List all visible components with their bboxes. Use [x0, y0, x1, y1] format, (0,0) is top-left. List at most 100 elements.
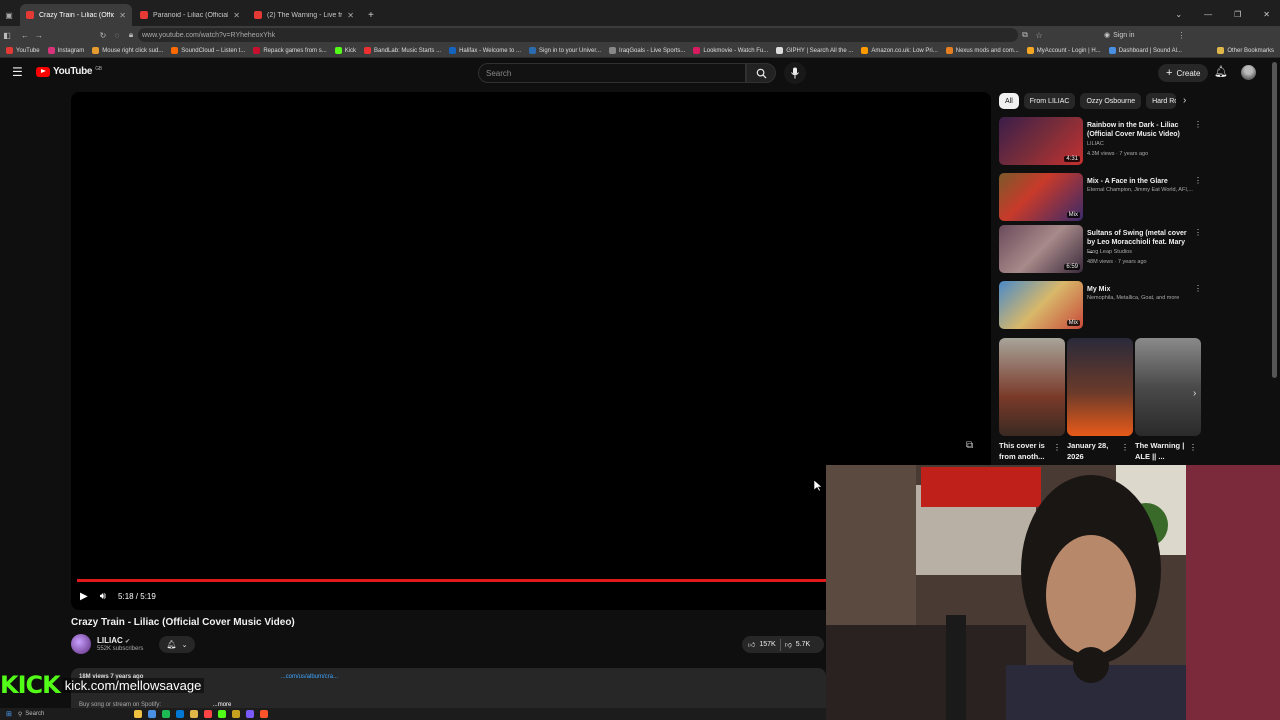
- video-thumbnail: Mix: [999, 173, 1083, 221]
- search-button[interactable]: [746, 63, 776, 83]
- bookmark-item[interactable]: YouTube: [6, 47, 40, 54]
- recommendation-item[interactable]: 6:59 Sultans of Swing (metal cover by Le…: [999, 225, 1204, 275]
- bookmark-item[interactable]: Amazon.co.uk: Low Pri...: [861, 47, 938, 54]
- shield-icon[interactable]: ◌: [110, 31, 124, 40]
- brave-browser-icon[interactable]: [259, 710, 268, 718]
- bookmark-item[interactable]: IraqGoals - Live Sports...: [609, 47, 685, 54]
- bookmark-item[interactable]: Repack games from s...: [253, 47, 327, 54]
- bookmark-item[interactable]: Instagram: [47, 47, 84, 54]
- new-tab-button[interactable]: +: [368, 10, 374, 21]
- close-window-icon[interactable]: ✕: [1263, 10, 1270, 19]
- bookmark-item[interactable]: SoundCloud – Listen t...: [171, 47, 245, 54]
- miniplayer-icon[interactable]: ⧉: [966, 440, 973, 451]
- more-options-icon[interactable]: ⋮: [1194, 284, 1202, 293]
- progress-bar[interactable]: [77, 579, 826, 582]
- like-button[interactable]: 👍︎ 157K: [742, 640, 776, 649]
- lock-icon[interactable]: 🔒︎: [124, 30, 138, 40]
- bookmarks-bar: YouTube Instagram Mouse right click sud.…: [0, 44, 1280, 58]
- taskbar-app-icon[interactable]: [175, 710, 184, 718]
- bookmark-item[interactable]: Lookmovie - Watch Fu...: [693, 47, 768, 54]
- youtube-logo[interactable]: YouTube GB: [36, 66, 102, 77]
- bookmark-item[interactable]: Sign in to your Univer...: [529, 47, 601, 54]
- bookmark-item[interactable]: GIPHY | Search All the ...: [776, 47, 853, 54]
- bookmark-label: Halifax - Welcome to ...: [459, 47, 521, 54]
- menu-dots-icon[interactable]: ⋮: [1175, 31, 1189, 40]
- address-bar[interactable]: www.youtube.com/watch?v=RYheheoxYhk: [138, 28, 1018, 42]
- short-thumbnail[interactable]: [999, 338, 1065, 436]
- tab-crazy-train[interactable]: Crazy Train - Liliac (Official Cov ✕: [20, 4, 132, 26]
- bookmark-item[interactable]: MyAccount - Login | H...: [1026, 47, 1101, 54]
- more-options-icon[interactable]: ⋮: [1194, 120, 1202, 129]
- file-explorer-icon[interactable]: [189, 710, 198, 718]
- create-button[interactable]: + Create: [1158, 64, 1209, 82]
- taskbar-search[interactable]: ⚲ Search: [18, 711, 128, 718]
- play-icon[interactable]: ▶: [80, 591, 88, 602]
- more-options-icon[interactable]: ⋮: [1121, 443, 1129, 452]
- bookmark-item[interactable]: Nexus mods and com...: [945, 47, 1019, 54]
- more-options-icon[interactable]: ⋮: [1053, 443, 1061, 452]
- recommendation-item[interactable]: Mix My Mix Nemophila, Metallica, Goat, a…: [999, 281, 1204, 331]
- recommendation-item[interactable]: 4:31 Rainbow in the Dark - Liliac (Offic…: [999, 117, 1204, 167]
- volume-icon[interactable]: 🔊︎: [100, 591, 106, 602]
- close-tab-icon[interactable]: ✕: [119, 11, 126, 20]
- taskbar-app-icon[interactable]: [203, 710, 212, 718]
- taskbar-app-icon[interactable]: [217, 710, 226, 718]
- forward-icon[interactable]: →: [32, 31, 46, 40]
- microphone-icon: [791, 67, 799, 79]
- recommendation-item[interactable]: Mix Mix - A Face in the Glare Eternal Ch…: [999, 173, 1204, 223]
- close-tab-icon[interactable]: ✕: [347, 11, 354, 20]
- sidebar-icon[interactable]: ◧: [0, 31, 14, 40]
- more-options-icon[interactable]: ⋮: [1194, 176, 1202, 185]
- search-input[interactable]: [478, 63, 746, 83]
- taskbar-app-icon[interactable]: [231, 710, 240, 718]
- bookmark-item[interactable]: BandLab: Music Starts ...: [364, 47, 441, 54]
- bookmark-item[interactable]: Halifax - Welcome to ...: [449, 47, 521, 54]
- profile-button[interactable]: ◉ Sign in: [1104, 31, 1135, 40]
- maximize-icon[interactable]: ❐: [1234, 10, 1241, 19]
- bookmark-item[interactable]: Kick: [334, 47, 356, 54]
- windows-start-icon[interactable]: ⊞: [6, 710, 12, 718]
- spotify-icon[interactable]: [161, 710, 170, 718]
- hamburger-menu-icon[interactable]: ☰: [12, 65, 23, 79]
- bookmark-label: Mouse right click sud...: [102, 47, 164, 54]
- thumbs-down-icon: 👎︎: [784, 642, 792, 649]
- chip-ozzy-osbourne[interactable]: Ozzy Osbourne: [1080, 93, 1142, 109]
- account-avatar[interactable]: [1241, 65, 1256, 80]
- notifications-bell-icon[interactable]: 🔔︎: [1214, 65, 1228, 78]
- chip-hard-rock[interactable]: Hard Ro: [1146, 93, 1177, 109]
- tab-search-icon[interactable]: ⌄: [1175, 10, 1182, 19]
- shorts-next-icon[interactable]: ›: [1193, 388, 1196, 399]
- channel-name[interactable]: LILIAC ✔: [97, 636, 130, 645]
- taskbar-app-icon[interactable]: [245, 710, 254, 718]
- short-thumbnail[interactable]: [1067, 338, 1133, 436]
- tab-list-icon[interactable]: ▣: [0, 11, 18, 20]
- description-link[interactable]: ...com/us/album/cra...: [281, 674, 338, 680]
- taskbar-app-icon[interactable]: [133, 710, 142, 718]
- dislike-button[interactable]: 👎︎ 5.7K: [785, 640, 811, 649]
- bookmark-item[interactable]: Mouse right click sud...: [92, 47, 163, 54]
- chevron-right-icon[interactable]: ›: [1183, 95, 1186, 106]
- reload-icon[interactable]: ↻: [96, 31, 110, 40]
- close-tab-icon[interactable]: ✕: [233, 11, 240, 20]
- tab-the-warning[interactable]: (2) The Warning - Live from Pe ✕: [248, 4, 360, 26]
- tab-paranoid[interactable]: Paranoid - Liliac (Official Cover ✕: [134, 4, 246, 26]
- subscribed-notifications-button[interactable]: 🔔︎ ⌄: [159, 636, 195, 653]
- chip-all[interactable]: All: [999, 93, 1019, 109]
- channel-name-text: LILIAC: [97, 636, 123, 645]
- taskbar-app-icon[interactable]: [147, 710, 156, 718]
- short-thumbnail[interactable]: [1135, 338, 1201, 436]
- more-options-icon[interactable]: ⋮: [1194, 228, 1202, 237]
- back-icon[interactable]: ←: [18, 31, 32, 40]
- other-bookmarks[interactable]: Other Bookmarks: [1217, 47, 1274, 54]
- extensions-icon[interactable]: ⧉: [1018, 30, 1032, 40]
- star-icon[interactable]: ☆: [1032, 31, 1046, 40]
- more-options-icon[interactable]: ⋮: [1189, 443, 1197, 452]
- minimize-icon[interactable]: —: [1204, 10, 1212, 19]
- chip-from-liliac[interactable]: From LILIAC: [1023, 93, 1076, 109]
- bookmark-item[interactable]: Dashboard | Sound Al...: [1108, 47, 1182, 54]
- voice-search-button[interactable]: [784, 62, 806, 84]
- page-scrollbar[interactable]: [1272, 62, 1277, 378]
- channel-avatar[interactable]: [71, 634, 91, 654]
- taskbar-search-label: Search: [25, 711, 45, 717]
- webcam-overlay: [826, 465, 1280, 720]
